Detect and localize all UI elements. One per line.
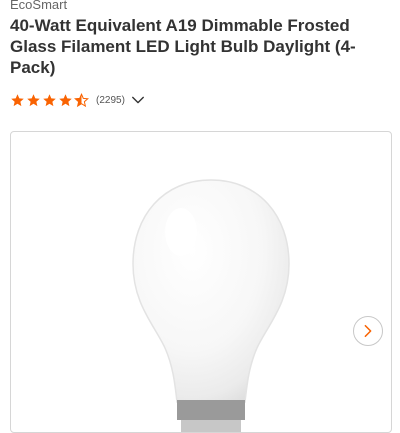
product-title: 40-Watt Equivalent A19 Dimmable Frosted …	[10, 16, 356, 77]
star-icon	[59, 93, 72, 106]
star-icon	[43, 93, 56, 106]
rating-summary[interactable]: (2295)	[10, 91, 145, 109]
chevron-right-icon	[364, 324, 372, 338]
star-rating	[10, 92, 90, 108]
product-image-gallery[interactable]	[10, 131, 392, 433]
star-icon	[27, 93, 40, 106]
chevron-down-icon[interactable]	[131, 93, 145, 107]
star-icon	[11, 93, 24, 106]
review-count[interactable]: (2295)	[96, 93, 125, 108]
product-image	[132, 179, 290, 432]
next-image-button[interactable]	[353, 316, 383, 346]
half-star-icon	[74, 92, 89, 107]
brand-link[interactable]: EcoSmart	[10, 0, 67, 13]
